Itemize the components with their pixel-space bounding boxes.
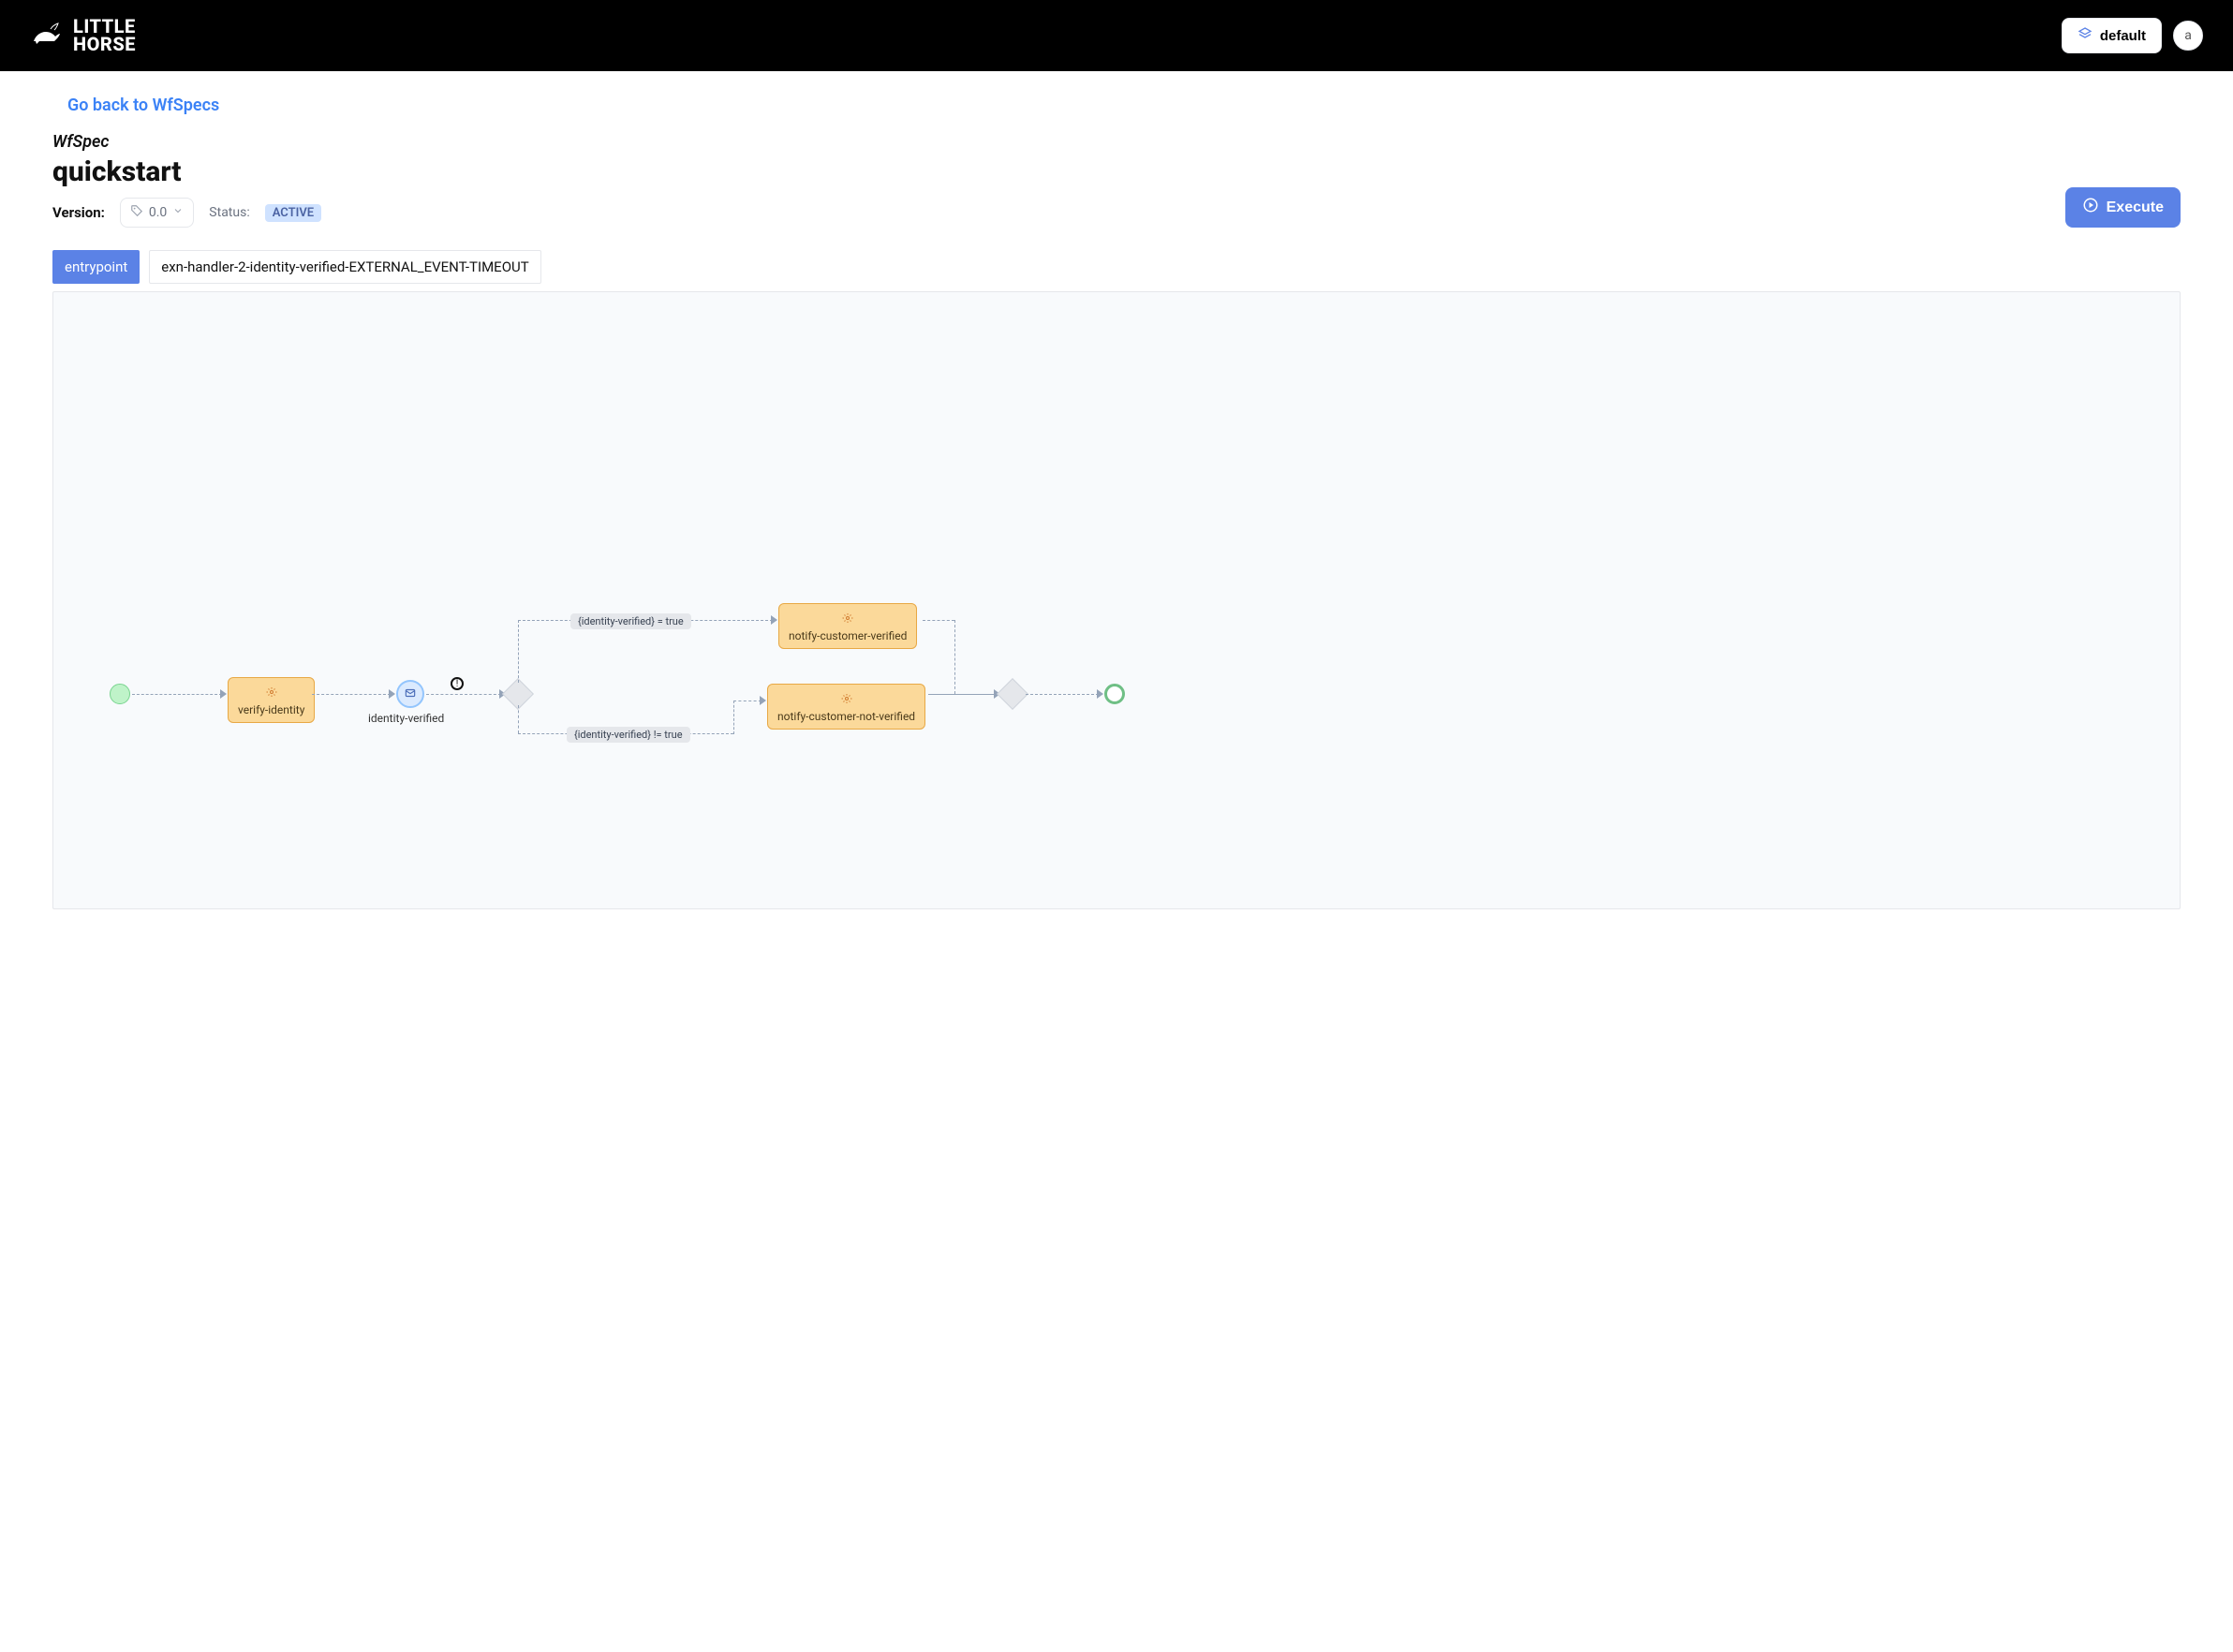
tenant-select-button[interactable]: default	[2062, 18, 2162, 53]
version-label: Version:	[52, 204, 105, 221]
workflow-canvas[interactable]: verify-identity ! identity-verified	[52, 291, 2181, 909]
timeout-badge-icon: !	[451, 677, 464, 690]
thread-tabs: entrypoint exn-handler-2-identity-verifi…	[52, 250, 2181, 284]
edge	[954, 620, 955, 694]
edge	[312, 694, 391, 695]
arrow-icon	[760, 696, 766, 705]
execute-button[interactable]: Execute	[2065, 187, 2181, 228]
user-avatar[interactable]: a	[2173, 21, 2203, 51]
gear-icon	[238, 684, 304, 701]
horse-icon	[30, 21, 64, 51]
gear-icon	[789, 610, 907, 627]
tab-entrypoint[interactable]: entrypoint	[52, 250, 140, 284]
node-notify-customer-not-verified[interactable]: notify-customer-not-verified	[767, 684, 925, 730]
node-label: notify-customer-not-verified	[777, 710, 915, 723]
page-eyebrow: WfSpec	[52, 132, 321, 152]
edge	[733, 701, 734, 734]
back-to-wfspecs-link[interactable]: Go back to WfSpecs	[67, 96, 219, 115]
app-logo: LITTLEHORSE	[30, 18, 136, 53]
play-circle-icon	[2082, 197, 2099, 218]
version-value: 0.0	[149, 205, 167, 220]
edge-condition-false: {identity-verified} != true	[567, 727, 690, 743]
edge-condition-true: {identity-verified} = true	[570, 613, 691, 629]
edge	[518, 620, 519, 683]
edge	[426, 694, 501, 695]
edge	[518, 705, 519, 733]
execute-label: Execute	[2107, 199, 2164, 216]
edge	[1026, 694, 1099, 695]
node-event-label: identity-verified	[368, 712, 444, 725]
arrow-icon	[389, 689, 395, 699]
status-label: Status:	[209, 205, 249, 220]
arrow-icon	[220, 689, 227, 699]
arrow-icon	[771, 615, 777, 625]
tag-icon	[130, 204, 143, 221]
app-header: LITTLEHORSE default a	[0, 0, 2233, 71]
node-label: notify-customer-verified	[789, 629, 907, 642]
node-verify-identity[interactable]: verify-identity	[228, 677, 315, 723]
node-end[interactable]	[1104, 684, 1125, 704]
tenant-label: default	[2100, 28, 2146, 44]
arrow-icon	[1097, 689, 1103, 699]
page-title: quickstart	[52, 155, 321, 188]
edge	[132, 694, 222, 695]
app-logo-text: LITTLEHORSE	[73, 18, 136, 53]
node-label: verify-identity	[238, 703, 304, 716]
chevron-down-icon	[172, 205, 184, 220]
edge	[928, 694, 996, 695]
gear-icon	[777, 690, 915, 708]
mail-icon	[404, 686, 417, 703]
node-identity-verified-event[interactable]	[396, 680, 424, 708]
tab-exn-handler[interactable]: exn-handler-2-identity-verified-EXTERNAL…	[149, 250, 540, 284]
version-select[interactable]: 0.0	[120, 198, 194, 228]
edge	[923, 620, 954, 621]
node-gateway-join[interactable]	[997, 678, 1028, 710]
status-badge: ACTIVE	[265, 204, 321, 222]
layers-icon	[2078, 26, 2093, 45]
avatar-initial: a	[2184, 28, 2192, 43]
node-start[interactable]	[110, 684, 130, 704]
node-notify-customer-verified[interactable]: notify-customer-verified	[778, 603, 917, 649]
